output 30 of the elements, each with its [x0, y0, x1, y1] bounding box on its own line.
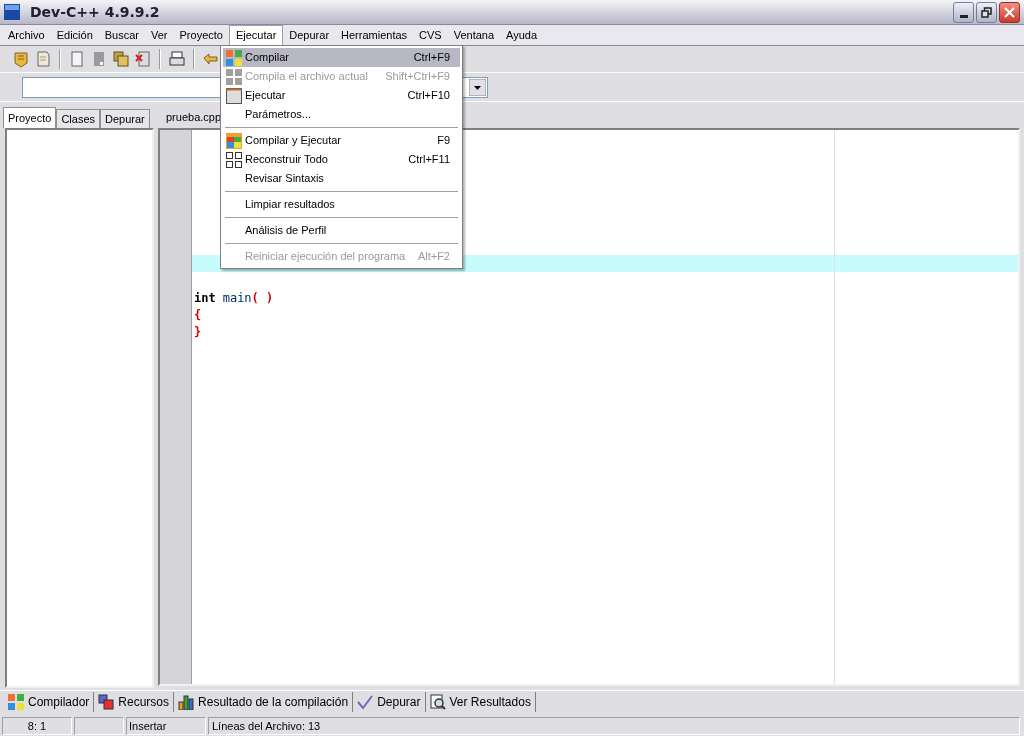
menu-item-label: Limpiar resultados — [245, 197, 335, 213]
shortcut-label: Shift+Ctrl+F9 — [385, 69, 450, 85]
code-token: { — [194, 306, 202, 324]
menu-item-label: Revisar Sintaxis — [245, 171, 324, 187]
menu-item-label: Compilar y Ejecutar — [245, 133, 341, 149]
menu-item-label: Compilar — [245, 50, 289, 66]
shortcut-label: Ctrl+F11 — [408, 152, 450, 168]
menu-item-label: Parámetros... — [245, 107, 312, 123]
status-cell: Líneas del Archivo: 13 — [208, 717, 1020, 735]
shortcut-label: Alt+F2 — [417, 249, 450, 265]
menu-item-label: Ejecutar — [245, 88, 286, 104]
code-token: main — [222, 289, 252, 307]
tab-label: Ver Resultados — [449, 693, 531, 711]
menu-item-label: Compila el archivo actual — [245, 69, 368, 85]
status-cell: Insertar — [126, 717, 206, 735]
shortcut-label: F9 — [437, 133, 450, 149]
menu-item-label: Análisis de Perfil — [245, 223, 327, 239]
menu-item-label: Reconstruir Todo — [245, 152, 328, 168]
code-token: } — [194, 323, 202, 341]
status-cell: 8: 1 — [2, 717, 72, 735]
shortcut-label: Ctrl+F9 — [413, 50, 450, 66]
code-token: int — [194, 289, 216, 307]
code-token: ( ) — [251, 289, 274, 307]
tab-label: Recursos — [118, 693, 170, 711]
tab-label: Depurar — [377, 693, 421, 711]
window-title: Dev-C++ 4.9.9.2 — [30, 2, 160, 22]
menu-item-label: Reiniciar ejecución del programa — [245, 249, 406, 265]
tab-label: Resultado de la compilación — [198, 693, 349, 711]
shortcut-label: Ctrl+F10 — [407, 88, 450, 104]
tab-label: Compilador — [28, 693, 90, 711]
